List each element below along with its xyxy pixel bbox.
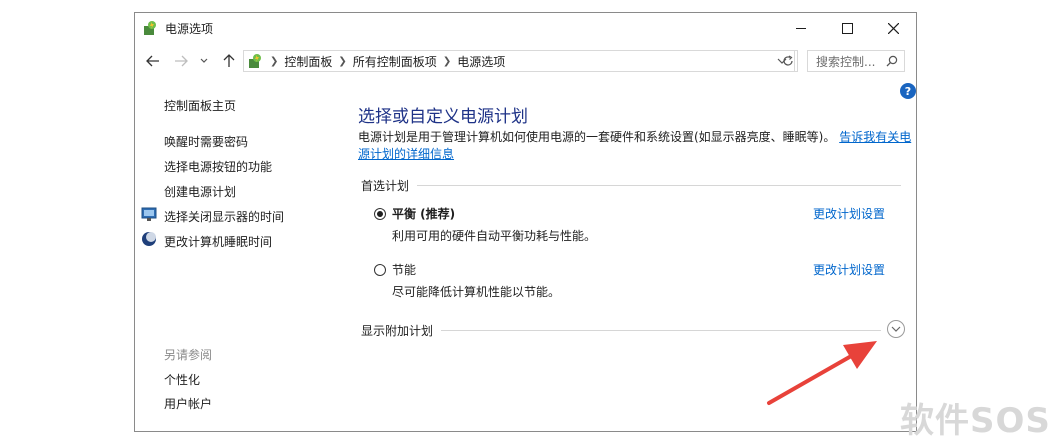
sidebar-item-wake-password[interactable]: 唤醒时需要密码	[164, 133, 248, 150]
navigation-bar: ❯ 控制面板 ❯ 所有控制面板项 ❯ 电源选项 搜索控制...	[135, 47, 916, 75]
chevron-right-icon[interactable]: ❯	[338, 56, 346, 67]
up-button[interactable]	[219, 51, 239, 71]
title-bar: 电源选项	[135, 13, 916, 43]
power-options-icon	[249, 54, 261, 68]
arrow-left-icon	[146, 55, 159, 67]
help-icon[interactable]: ?	[900, 83, 916, 99]
close-button[interactable]	[870, 13, 916, 43]
chevron-down-icon	[891, 326, 901, 332]
sidebar-home-link[interactable]: 控制面板主页	[164, 97, 236, 114]
window-title: 电源选项	[165, 22, 214, 36]
plan-power-saver-name[interactable]: 节能	[392, 261, 416, 278]
plan-power-saver-radio[interactable]	[374, 264, 386, 276]
sidebar-item-display-off[interactable]: 选择关闭显示器的时间	[164, 208, 284, 225]
sleep-moon-icon	[142, 232, 156, 246]
chevron-down-icon	[200, 58, 208, 63]
see-also-heading: 另请参阅	[164, 348, 213, 362]
preferred-plans-section: 首选计划	[361, 178, 901, 193]
address-bar[interactable]: ❯ 控制面板 ❯ 所有控制面板项 ❯ 电源选项	[243, 50, 795, 72]
plan-power-saver-settings-link[interactable]: 更改计划设置	[813, 261, 885, 278]
see-also-user-accounts[interactable]: 用户帐户	[164, 395, 212, 412]
search-input[interactable]: 搜索控制...	[807, 50, 905, 72]
refresh-button[interactable]	[778, 50, 798, 72]
minimize-button[interactable]	[778, 13, 824, 43]
plan-power-saver-description: 尽可能降低计算机性能以节能。	[392, 285, 561, 299]
breadcrumb-control-panel[interactable]: 控制面板	[284, 53, 332, 70]
recent-locations-button[interactable]	[197, 51, 211, 71]
close-icon	[887, 22, 899, 34]
watermark: 软件SOS	[900, 401, 1051, 441]
breadcrumb-power-options[interactable]: 电源选项	[457, 53, 505, 70]
search-placeholder: 搜索控制...	[816, 54, 876, 69]
plan-balanced-settings-link[interactable]: 更改计划设置	[813, 205, 885, 222]
plan-balanced-radio[interactable]	[374, 208, 386, 220]
maximize-icon	[841, 22, 853, 34]
expand-additional-plans-button[interactable]	[887, 320, 905, 338]
divider	[441, 329, 881, 331]
description-text: 电源计划是用于管理计算机如何使用电源的一套硬件和系统设置(如显示器亮度、睡眠等)…	[358, 130, 836, 144]
plan-balanced-description: 利用可用的硬件自动平衡功耗与性能。	[392, 229, 597, 243]
sidebar-item-create-plan[interactable]: 创建电源计划	[164, 183, 236, 200]
power-options-app-icon	[144, 21, 156, 35]
arrow-up-icon	[223, 54, 235, 67]
maximize-button[interactable]	[824, 13, 870, 43]
section-label: 首选计划	[361, 178, 410, 193]
divider	[417, 184, 901, 186]
sidebar-item-sleep-time[interactable]: 更改计算机睡眠时间	[164, 233, 272, 250]
minimize-icon	[796, 27, 806, 29]
breadcrumb-all-items[interactable]: 所有控制面板项	[353, 53, 437, 70]
display-icon	[141, 207, 157, 221]
chevron-right-icon[interactable]: ❯	[443, 56, 451, 67]
annotation-arrow	[767, 341, 877, 405]
radio-dot	[377, 211, 383, 217]
page-description: 电源计划是用于管理计算机如何使用电源的一套硬件和系统设置(如显示器亮度、睡眠等)…	[358, 129, 913, 163]
forward-button[interactable]	[171, 51, 191, 71]
back-button[interactable]	[143, 51, 163, 71]
sidebar-item-power-button[interactable]: 选择电源按钮的功能	[164, 158, 272, 175]
section-label[interactable]: 显示附加计划	[361, 322, 433, 339]
page-title: 选择或自定义电源计划	[358, 107, 528, 127]
search-icon	[886, 55, 898, 67]
see-also-personalization[interactable]: 个性化	[164, 371, 200, 388]
arrow-right-icon	[175, 55, 188, 67]
refresh-icon	[782, 55, 793, 66]
plan-balanced-name[interactable]: 平衡 (推荐)	[392, 205, 455, 222]
chevron-right-icon: ❯	[270, 55, 279, 67]
